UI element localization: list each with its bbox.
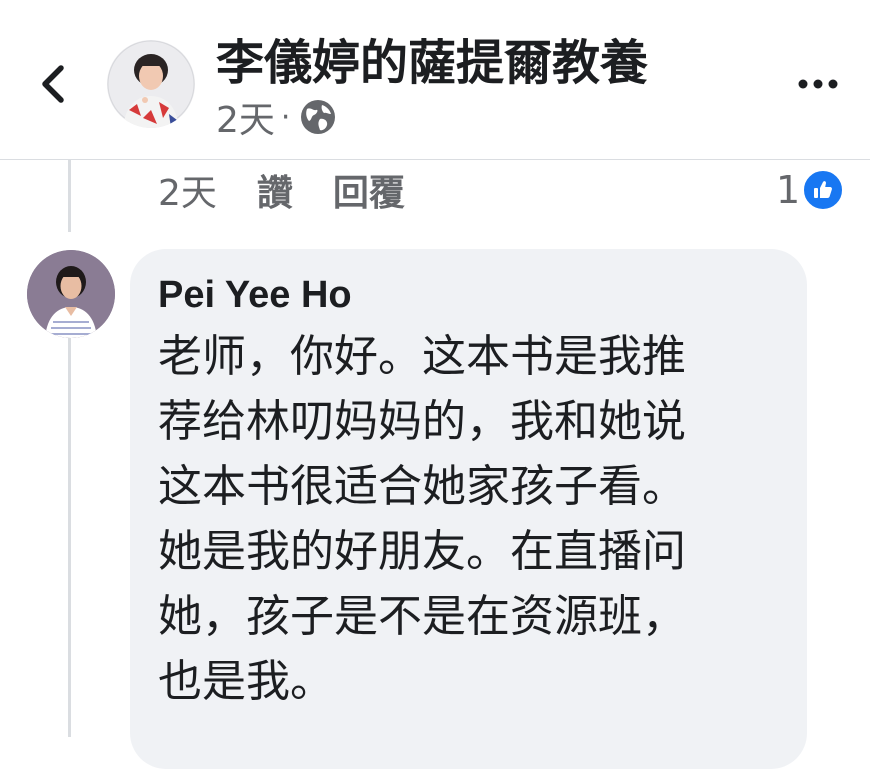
comment-actions: 2天 讚 回覆 (158, 165, 405, 215)
reaction-count: 1 (776, 168, 801, 212)
chevron-left-icon (42, 65, 64, 103)
globe-icon (301, 100, 336, 134)
more-dots-icon (798, 79, 838, 89)
reply-button[interactable]: 回覆 (333, 164, 405, 216)
like-button[interactable]: 讚 (257, 164, 293, 216)
comment-text: 老师，你好。这本书是我推 荐给林叨妈妈的，我和她说 这本书很适合她家孩子看。 她… (158, 324, 788, 714)
page-title[interactable]: 李儀婷的薩提爾教養 (216, 33, 648, 93)
post-time[interactable]: 2天 (216, 91, 275, 143)
page-avatar[interactable] (107, 40, 195, 128)
comment-line: 她是我的好朋友。在直播问 (158, 526, 686, 577)
comment-time: 2天 (158, 173, 217, 214)
comment-line: 也是我。 (158, 656, 334, 707)
comment-line: 老师，你好。这本书是我推 (158, 331, 686, 382)
comment-line: 荐给林叨妈妈的，我和她说 (158, 396, 686, 447)
reaction-summary[interactable]: 1 (776, 168, 845, 212)
commenter-avatar[interactable] (27, 250, 115, 338)
back-button[interactable] (28, 58, 78, 110)
meta-separator: · (280, 99, 291, 135)
thread-line (68, 338, 71, 737)
more-options-button[interactable] (788, 62, 848, 106)
header-divider (0, 159, 870, 160)
commenter-name[interactable]: Pei Yee Ho (158, 270, 352, 320)
comment-line: 她，孩子是不是在资源班， (158, 591, 686, 642)
post-header: 李儀婷的薩提爾教養 2天 · (0, 0, 870, 160)
comment-line: 这本书很适合她家孩子看。 (158, 461, 686, 512)
post-meta: 2天 · (216, 91, 338, 143)
thread-line (68, 160, 71, 232)
like-thumb-icon (802, 169, 845, 211)
